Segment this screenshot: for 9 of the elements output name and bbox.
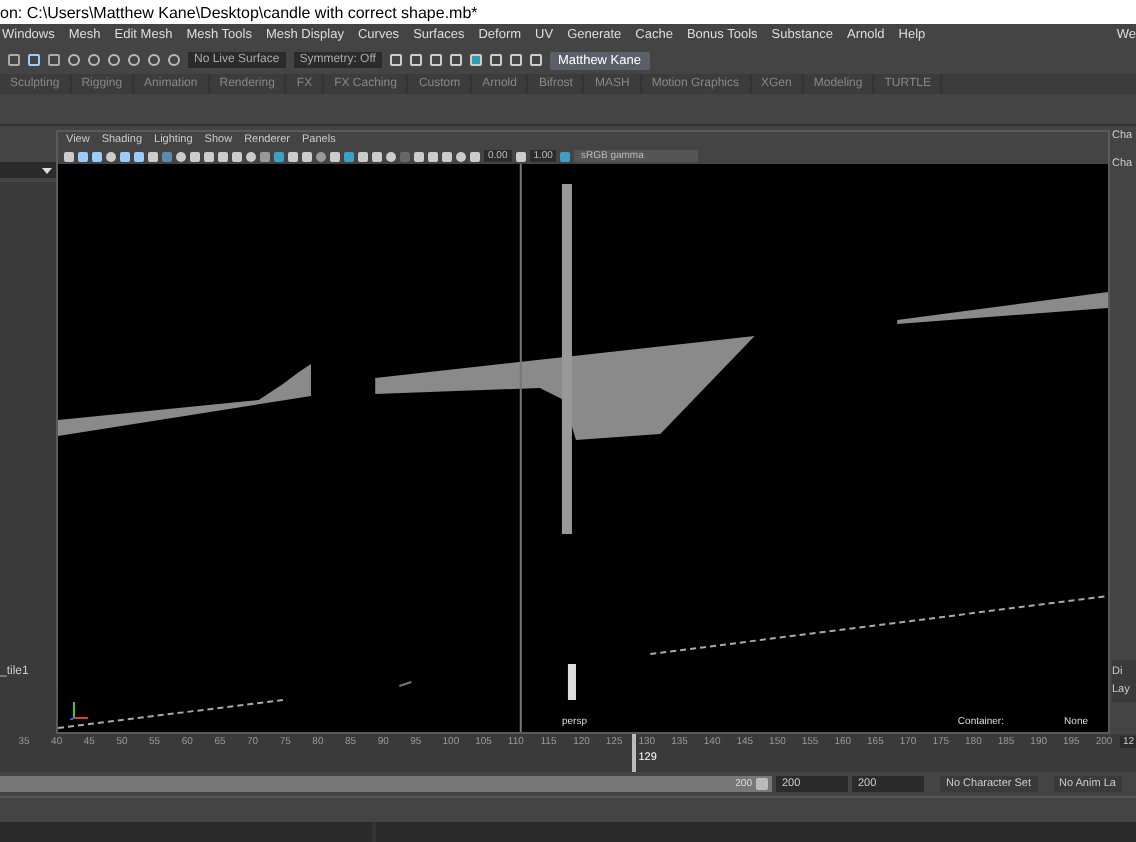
range-handle-icon[interactable] [756,778,768,790]
axis-icon [70,700,90,720]
color-management-icon[interactable] [560,151,571,161]
outliner-dropdown[interactable] [0,162,56,178]
command-field[interactable] [0,822,372,842]
window-title: on: C:\Users\Matthew Kane\Desktop\candle with correct shape.mb* [0,0,1136,24]
caret-icon [42,167,52,173]
current-frame-marker[interactable] [632,734,637,772]
gamma-icon[interactable] [515,151,526,161]
